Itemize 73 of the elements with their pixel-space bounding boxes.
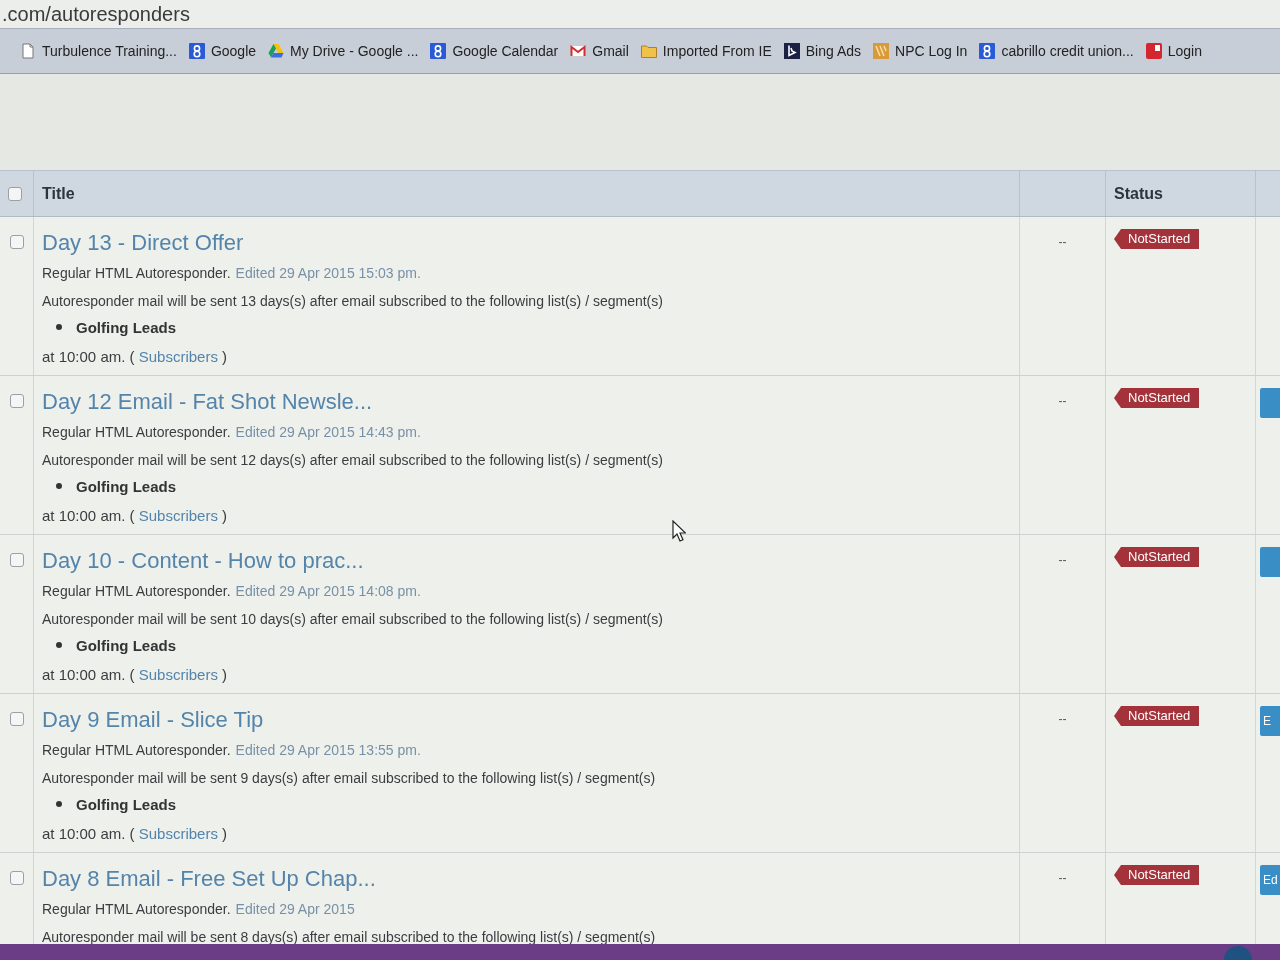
bookmark-link[interactable]: Login: [1145, 43, 1202, 59]
bullet-icon: [56, 642, 62, 648]
type-text: Regular HTML Autoresponder.: [42, 423, 231, 442]
list-name-text: Golfing Leads: [76, 636, 176, 654]
triangle-logo-icon: [268, 43, 285, 59]
bullet-icon: [56, 801, 62, 807]
checkbox[interactable]: [10, 553, 24, 567]
cell-text: --: [1058, 235, 1067, 249]
type-text: Regular HTML Autoresponder.: [42, 741, 231, 760]
checkbox[interactable]: [10, 712, 24, 726]
list-name-text: Golfing Leads: [76, 477, 176, 495]
envelope-icon: [570, 43, 587, 59]
subscribers-link[interactable]: Subscribers: [138, 666, 218, 683]
status-tag: NotStarted: [1114, 388, 1200, 408]
cell-text: --: [1058, 553, 1067, 567]
send-time-text: at 10:00 am. ( Subscribers ): [42, 824, 228, 844]
bookmark-link[interactable]: NPC Log In: [873, 43, 968, 59]
bookmark-link[interactable]: Imported From IE: [640, 43, 772, 59]
bookmark-link[interactable]: Gmail: [570, 43, 629, 59]
bookmark-link[interactable]: My Drive - Google ...: [268, 43, 419, 59]
type-text: Regular HTML Autoresponder.: [42, 900, 231, 919]
page-icon: [20, 43, 36, 59]
bullet-icon: [56, 483, 62, 489]
logo-tile-icon: [430, 43, 447, 59]
bookmark-link[interactable]: Google Calendar: [430, 43, 559, 59]
send-time-text: at 10:00 am. ( Subscribers ): [42, 665, 228, 685]
edited-date-text: Edited 29 Apr 2015 14:08 pm.: [235, 582, 421, 601]
logo-tile-icon: [783, 43, 800, 59]
schedule-text: Autoresponder mail will be sent 13 days(s) after email subscribed to the following list(s) / segment(s): [42, 292, 663, 311]
bookmark-link[interactable]: Turbulence Training...: [20, 43, 177, 59]
action-button[interactable]: Ed: [1260, 865, 1280, 895]
schedule-text: Autoresponder mail will be sent 10 days(s) after email subscribed to the following list(s) / segment(s): [42, 610, 663, 629]
column-header: Status: [1114, 184, 1163, 203]
list-name-text: Golfing Leads: [76, 318, 176, 336]
edited-date-text: Edited 29 Apr 2015: [235, 900, 355, 919]
column-header: Title: [42, 184, 75, 203]
edited-date-text: Edited 29 Apr 2015 14:43 pm.: [235, 423, 421, 442]
checkbox[interactable]: [8, 186, 22, 201]
edited-date-text: Edited 29 Apr 2015 13:55 pm.: [235, 741, 421, 760]
schedule-text: Autoresponder mail will be sent 12 days(s) after email subscribed to the following list(s) / segment(s): [42, 451, 663, 470]
cell-text: --: [1058, 712, 1067, 726]
status-tag: NotStarted: [1114, 547, 1200, 567]
type-text: Regular HTML Autoresponder.: [42, 264, 231, 283]
cell-text: --: [1058, 394, 1067, 408]
checkbox[interactable]: [10, 871, 24, 885]
schedule-text: Autoresponder mail will be sent 9 days(s) after email subscribed to the following list(s) / segment(s): [42, 769, 656, 788]
cell-text: --: [1058, 871, 1067, 885]
folder-icon: [640, 43, 657, 59]
subscribers-link[interactable]: Subscribers: [138, 825, 218, 842]
status-tag: NotStarted: [1114, 865, 1200, 885]
edited-date-text: Edited 29 Apr 2015 15:03 pm.: [235, 264, 421, 283]
type-text: Regular HTML Autoresponder.: [42, 582, 231, 601]
action-button[interactable]: E: [1260, 706, 1280, 736]
logo-tile-icon: [188, 43, 205, 59]
bookmark-link[interactable]: Google: [188, 43, 257, 59]
list-name-text: Golfing Leads: [76, 795, 176, 813]
checkbox[interactable]: [10, 235, 24, 249]
send-time-text: at 10:00 am. ( Subscribers ): [42, 506, 228, 526]
schedule-text: Autoresponder mail will be sent 8 days(s) after email subscribed to the following list(s) / segment(s): [42, 928, 656, 944]
pattern-tile-icon: [873, 43, 890, 59]
subscribers-link[interactable]: Subscribers: [138, 507, 218, 524]
subscribers-link[interactable]: Subscribers: [138, 348, 218, 365]
bullet-icon: [56, 324, 62, 330]
checkbox[interactable]: [10, 394, 24, 408]
url-text[interactable]: .com/autoresponders: [2, 2, 190, 26]
flag-tile-icon: [1145, 43, 1162, 59]
status-tag: NotStarted: [1114, 706, 1200, 726]
status-tag: NotStarted: [1114, 229, 1200, 249]
send-time-text: at 10:00 am. ( Subscribers ): [42, 347, 228, 367]
bookmark-link[interactable]: Bing Ads: [783, 43, 862, 59]
bookmark-link[interactable]: cabrillo credit union...: [979, 43, 1134, 59]
logo-tile-icon: [979, 43, 996, 59]
cursor-icon: [672, 520, 686, 542]
